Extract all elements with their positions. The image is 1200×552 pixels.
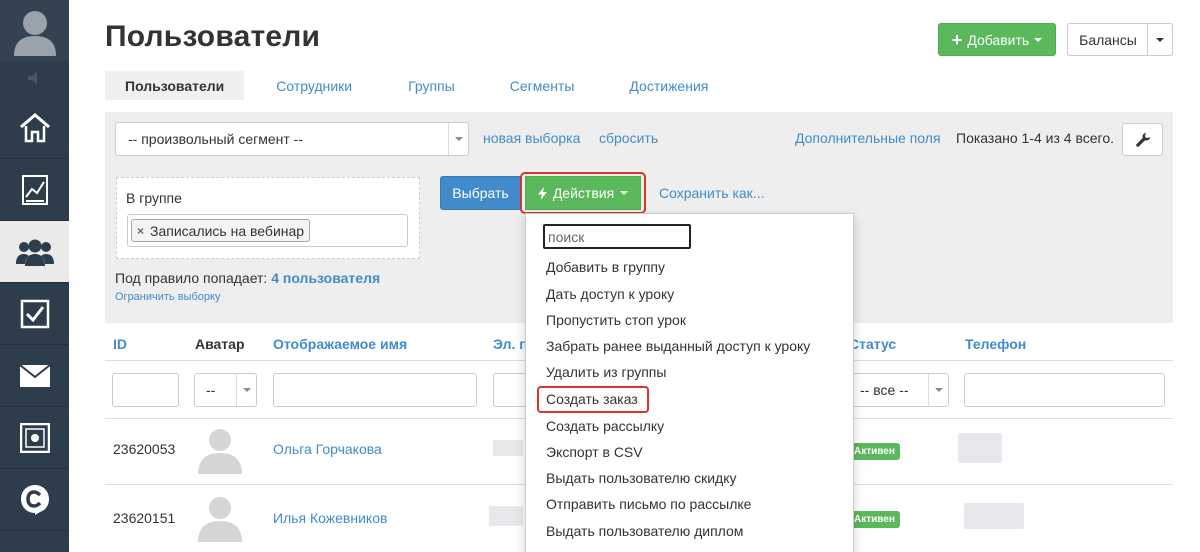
chevron-down-icon (928, 374, 948, 406)
new-selection-link[interactable]: новая выборка (483, 130, 580, 146)
rule-count[interactable]: 4 пользователя (271, 270, 380, 286)
balances-dropdown-toggle[interactable] (1147, 23, 1173, 56)
status-badge: Активен (849, 511, 900, 528)
phone-redacted (964, 503, 1024, 529)
menu-item-create-mailing[interactable]: Создать рассылку (546, 418, 664, 434)
avatar-filter-select[interactable]: -- (194, 373, 257, 407)
limit-selection-link[interactable]: Ограничить выборку (115, 291, 220, 303)
column-header-id[interactable]: ID (113, 336, 127, 352)
shown-count-text: Показано 1-4 из 4 всего. (956, 130, 1114, 146)
speaker-icon (27, 72, 37, 84)
phone-redacted (958, 433, 1002, 463)
home-icon (19, 112, 50, 142)
column-header-email[interactable]: Эл. п (493, 336, 528, 352)
safe-icon (19, 422, 50, 453)
tab-employees[interactable]: Сотрудники (244, 71, 352, 100)
menu-item-remove-from-group[interactable]: Удалить из группы (546, 364, 666, 380)
plus-icon: + (951, 29, 963, 50)
actions-search-input[interactable] (543, 224, 691, 249)
tab-groups[interactable]: Группы (352, 71, 455, 100)
add-button-label: Добавить (967, 31, 1030, 48)
sidebar-item-stats[interactable] (0, 159, 69, 221)
status-filter-value: -- все -- (860, 382, 909, 398)
mail-icon (19, 364, 50, 387)
status-badge: Активен (849, 443, 900, 460)
menu-item-grant-lesson-access[interactable]: Дать доступ к уроку (546, 286, 674, 302)
group-condition-label: В группе (126, 190, 182, 206)
add-button[interactable]: + Добавить (938, 23, 1056, 56)
phone-filter-input[interactable] (964, 373, 1165, 407)
sidebar-item-messages[interactable] (0, 345, 69, 407)
balances-button[interactable]: Балансы (1067, 23, 1148, 56)
sidebar-item-chat[interactable] (0, 469, 69, 531)
rule-summary-prefix: Под правило попадает: (115, 270, 268, 286)
chat-logo-icon (20, 484, 49, 515)
tab-users[interactable]: Пользователи (105, 71, 245, 100)
chevron-down-icon (1034, 37, 1043, 42)
reset-link[interactable]: сбросить (599, 130, 658, 146)
sidebar (0, 0, 69, 552)
chevron-down-icon (448, 123, 468, 155)
sidebar-collapse-toggle[interactable] (0, 62, 69, 94)
column-header-display-name[interactable]: Отображаемое имя (273, 336, 407, 352)
status-filter-select[interactable]: -- все -- (848, 373, 949, 407)
user-name-link[interactable]: Илья Кожевников (273, 510, 387, 526)
tab-bar: Пользователи Сотрудники Группы Сегменты … (105, 71, 708, 100)
sidebar-item-sales[interactable] (0, 407, 69, 469)
users-icon (15, 239, 54, 266)
id-filter-input[interactable] (112, 373, 179, 407)
select-button[interactable]: Выбрать (440, 176, 521, 210)
save-as-link[interactable]: Сохранить как... (659, 185, 764, 201)
menu-item-add-to-group[interactable]: Добавить в группу (546, 259, 665, 275)
checkbox-icon (20, 299, 49, 328)
user-avatar[interactable] (0, 0, 69, 62)
menu-item-skip-stop-lesson[interactable]: Пропустить стоп урок (546, 312, 686, 328)
create-order-highlight-frame (537, 386, 649, 413)
wrench-icon (1135, 132, 1150, 147)
chart-icon (21, 174, 48, 205)
avatar (198, 497, 242, 542)
menu-item-revoke-lesson-access[interactable]: Забрать ранее выданный доступ к уроку (546, 338, 810, 354)
user-silhouette-icon (13, 11, 56, 56)
user-name-link[interactable]: Ольга Горчакова (273, 441, 382, 457)
name-filter-input[interactable] (273, 373, 477, 407)
row-id: 23620053 (113, 441, 176, 457)
column-header-status[interactable]: Статус (849, 336, 896, 352)
rule-summary: Под правило попадает: 4 пользователя (115, 270, 380, 286)
avatar (198, 429, 242, 474)
email-redacted (493, 440, 523, 456)
email-redacted (489, 506, 523, 526)
segment-select-value: -- произвольный сегмент -- (128, 131, 303, 147)
chevron-down-icon (236, 374, 256, 406)
remove-tag-icon[interactable]: × (137, 224, 144, 238)
menu-item-send-mailing-letter[interactable]: Отправить письмо по рассылке (546, 496, 751, 512)
row-id: 23620151 (113, 510, 176, 526)
page-title: Пользователи (105, 20, 321, 53)
extra-fields-link[interactable]: Дополнительные поля (795, 130, 941, 146)
group-tag: × Записались на вебинар (131, 219, 311, 242)
column-header-phone[interactable]: Телефон (965, 336, 1026, 352)
menu-item-give-discount[interactable]: Выдать пользователю скидку (546, 470, 737, 486)
menu-item-give-diploma[interactable]: Выдать пользователю диплом (546, 523, 743, 539)
tab-segments[interactable]: Сегменты (455, 71, 575, 100)
chevron-down-icon (1156, 37, 1164, 42)
sidebar-item-home[interactable] (0, 97, 69, 159)
segment-select[interactable]: -- произвольный сегмент -- (115, 122, 469, 156)
sidebar-item-tasks[interactable] (0, 283, 69, 345)
column-header-avatar: Аватар (195, 336, 245, 352)
settings-button[interactable] (1122, 123, 1163, 156)
group-tag-label: Записались на вебинар (150, 222, 305, 239)
avatar-filter-value: -- (206, 382, 216, 398)
tab-achievements[interactable]: Достижения (574, 71, 708, 100)
menu-item-export-csv[interactable]: Экспорт в CSV (546, 444, 643, 460)
sidebar-item-users[interactable] (0, 221, 69, 283)
actions-highlight-frame (520, 172, 646, 214)
